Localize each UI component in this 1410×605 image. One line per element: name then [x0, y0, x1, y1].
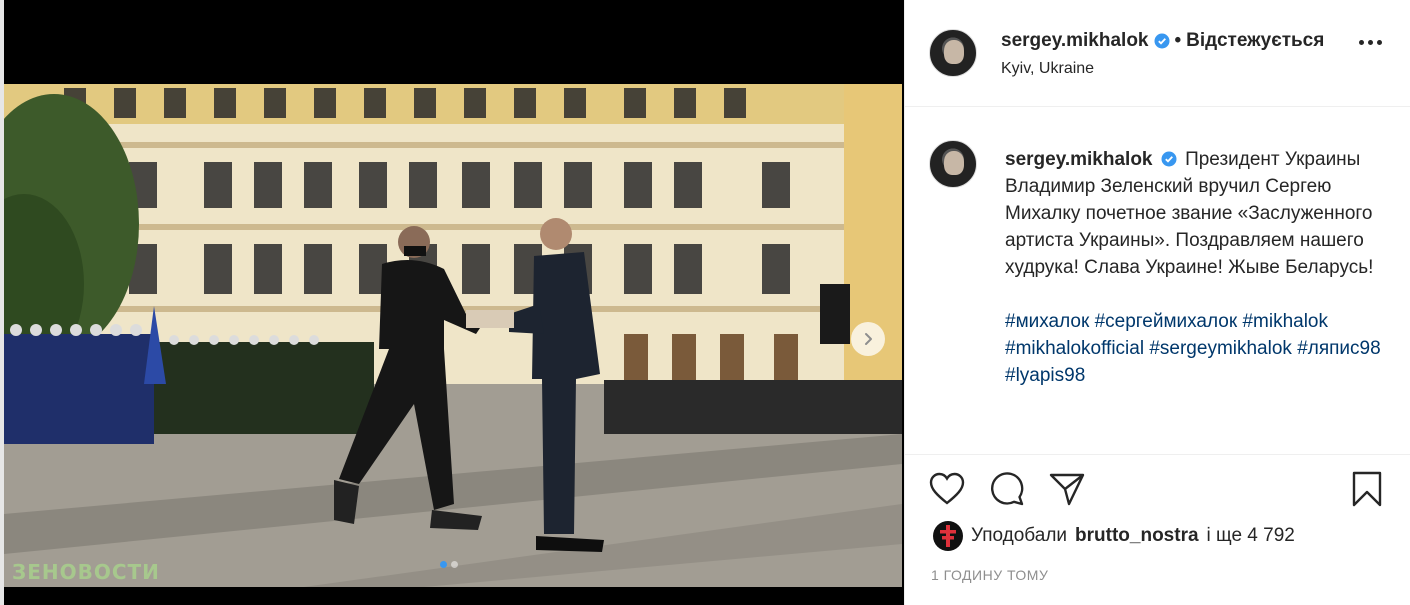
hashtag-link[interactable]: #lyapis98 [1005, 365, 1085, 386]
share-button[interactable] [1047, 469, 1087, 509]
caption-section: sergey.mikhalok Президент Украины Владим… [929, 138, 1389, 444]
post-timestamp[interactable]: 1 ГОДИНУ ТОМУ [931, 567, 1048, 583]
caption-username[interactable]: sergey.mikhalok [1005, 149, 1153, 170]
likes-summary: Уподобали brutto_nostra і ще 4 792 [933, 521, 1295, 551]
carousel-dot-active [440, 561, 447, 568]
caption-avatar[interactable] [929, 140, 977, 188]
paper-plane-icon [1049, 473, 1085, 506]
location-link[interactable]: Kyiv, Ukraine [1001, 60, 1094, 78]
post-photo[interactable] [4, 84, 902, 587]
like-button[interactable] [927, 469, 967, 509]
comment-button[interactable] [987, 469, 1027, 509]
action-bar: Уподобали brutto_nostra і ще 4 792 1 ГОД… [905, 454, 1410, 605]
chevron-right-icon [865, 333, 872, 345]
verified-badge-icon [1154, 33, 1170, 49]
heart-icon [929, 472, 965, 505]
likes-prefix: Уподобали [971, 525, 1068, 546]
author-avatar[interactable] [929, 29, 977, 77]
carousel-dot [451, 561, 458, 568]
hashtag-link[interactable]: #mikhalokofficial [1005, 338, 1144, 359]
post-sidebar: sergey.mikhalok • Відстежується Kyiv, Uk… [904, 0, 1410, 605]
comment-icon [991, 472, 1024, 506]
watermark: ЗЕНОВОСТИ [12, 560, 160, 584]
author-line: sergey.mikhalok • Відстежується [1001, 30, 1324, 52]
follow-status-button[interactable]: Відстежується [1186, 30, 1324, 52]
photo-scene [4, 84, 902, 587]
hashtag-link[interactable]: #ляпис98 [1297, 338, 1380, 359]
hashtag-list: #михалок #сергеймихалок #mikhalok #mikha… [1005, 308, 1385, 389]
liker-avatar[interactable] [933, 521, 963, 551]
likes-count[interactable]: і ще 4 792 [1207, 525, 1295, 547]
separator-dot: • [1174, 30, 1182, 51]
media-pane: ЗЕНОВОСТИ [0, 0, 904, 605]
carousel-indicators [440, 561, 458, 568]
hashtag-link[interactable]: #михалок [1005, 311, 1089, 332]
caption-text-block: sergey.mikhalok Президент Украины Владим… [1005, 146, 1385, 389]
save-button[interactable] [1347, 469, 1387, 509]
next-slide-button[interactable] [851, 322, 885, 356]
verified-badge-icon [1161, 151, 1177, 167]
hashtag-link[interactable]: #sergeymikhalok [1149, 338, 1292, 359]
cross-logo-icon [940, 525, 956, 547]
post-header: sergey.mikhalok • Відстежується Kyiv, Uk… [905, 0, 1410, 107]
author-username[interactable]: sergey.mikhalok [1001, 30, 1149, 52]
bookmark-icon [1352, 471, 1382, 507]
liker-username[interactable]: brutto_nostra [1075, 525, 1199, 547]
more-options-icon[interactable] [1359, 40, 1382, 45]
hashtag-link[interactable]: #сергеймихалок [1095, 311, 1238, 332]
hashtag-link[interactable]: #mikhalok [1242, 311, 1328, 332]
